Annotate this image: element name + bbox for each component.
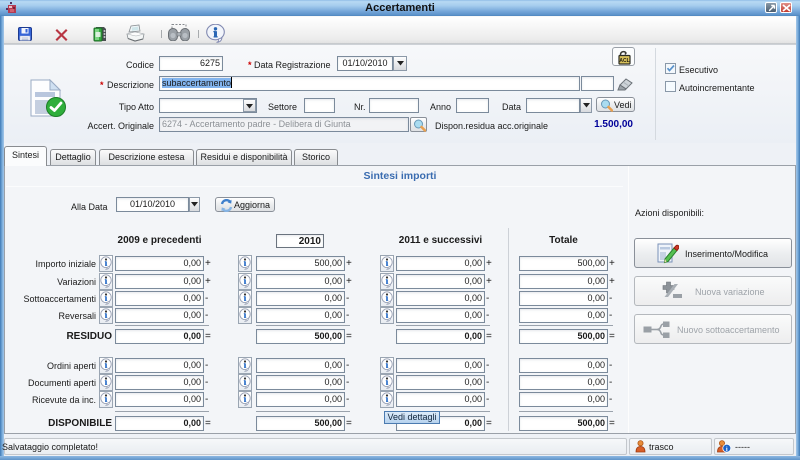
svg-text:ACL: ACL <box>619 58 629 64</box>
svg-text:i: i <box>726 446 728 453</box>
